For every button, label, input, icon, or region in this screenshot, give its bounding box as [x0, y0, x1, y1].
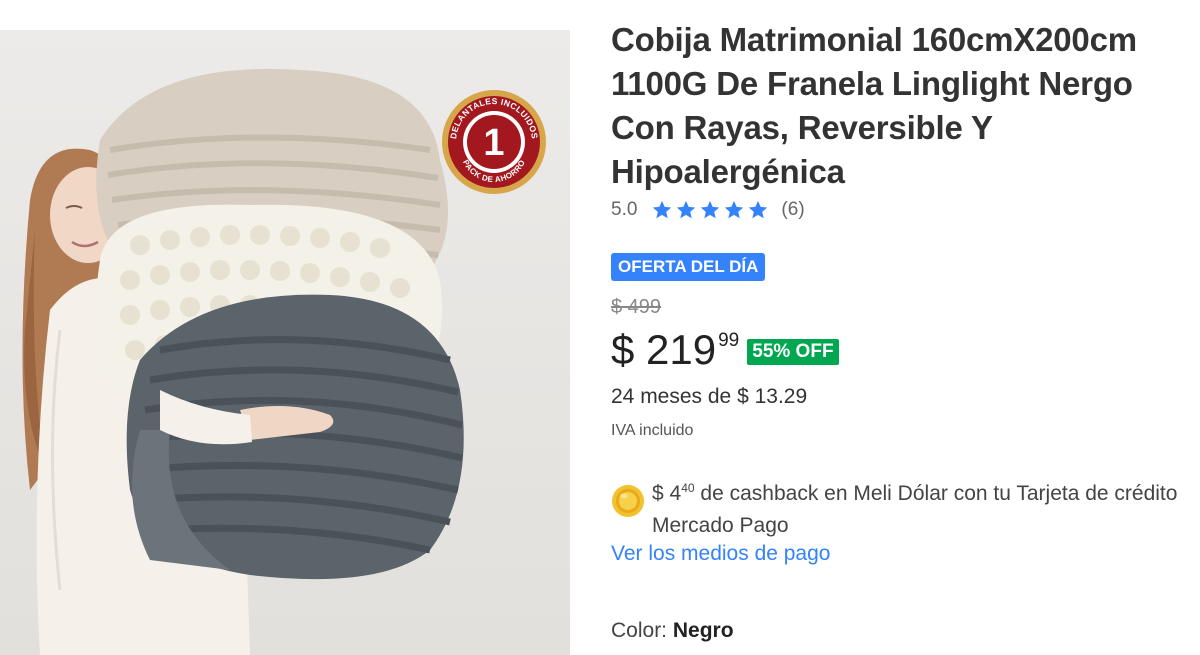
seal-number: 1	[483, 122, 504, 164]
star-icon	[677, 200, 696, 219]
product-image-panel: DELANTALES INCLUIDOS PACK DE AHORRO 1	[0, 0, 570, 655]
cashback-info: $ 440 de cashback en Meli Dólar con tu T…	[611, 472, 1191, 542]
star-icon	[701, 200, 720, 219]
star-icon	[749, 200, 768, 219]
rating-value: 5.0	[611, 199, 638, 220]
cashback-amount: $ 4	[652, 482, 682, 505]
price-amount: $ 219	[611, 326, 717, 373]
color-selector: Color: Negro	[611, 619, 734, 643]
original-price: $ 499	[611, 296, 662, 318]
discount-badge: 55% OFF	[747, 339, 839, 365]
color-label: Color:	[611, 619, 668, 642]
rating-row[interactable]: 5.0 (6)	[611, 197, 805, 223]
star-icon	[725, 200, 744, 219]
payment-methods-link[interactable]: Ver los medios de pago	[611, 542, 830, 566]
cashback-text: $ 440 de cashback en Meli Dólar con tu T…	[652, 472, 1191, 542]
meli-dolar-coin-icon	[612, 485, 644, 517]
star-icon	[653, 200, 672, 219]
tax-note: IVA incluido	[611, 422, 694, 439]
installments-text: 24 meses de $ 13.29	[611, 385, 808, 408]
savings-pack-seal: DELANTALES INCLUIDOS PACK DE AHORRO 1	[440, 88, 548, 196]
product-photo[interactable]: DELANTALES INCLUIDOS PACK DE AHORRO 1	[0, 30, 570, 655]
price-cents: 99	[718, 330, 740, 351]
cashback-description: de cashback en Meli Dólar con tu Tarjeta…	[652, 482, 1178, 537]
review-count[interactable]: (6)	[781, 199, 804, 221]
current-price: $ 219 99 55% OFF	[611, 326, 839, 374]
product-title: Cobija Matrimonial 160cmX200cm 1100G De …	[611, 21, 1137, 190]
deal-of-day-badge: OFERTA DEL DÍA	[611, 253, 766, 281]
color-value: Negro	[672, 619, 734, 642]
cashback-cents: 40	[681, 481, 695, 495]
rating-stars	[651, 199, 769, 221]
